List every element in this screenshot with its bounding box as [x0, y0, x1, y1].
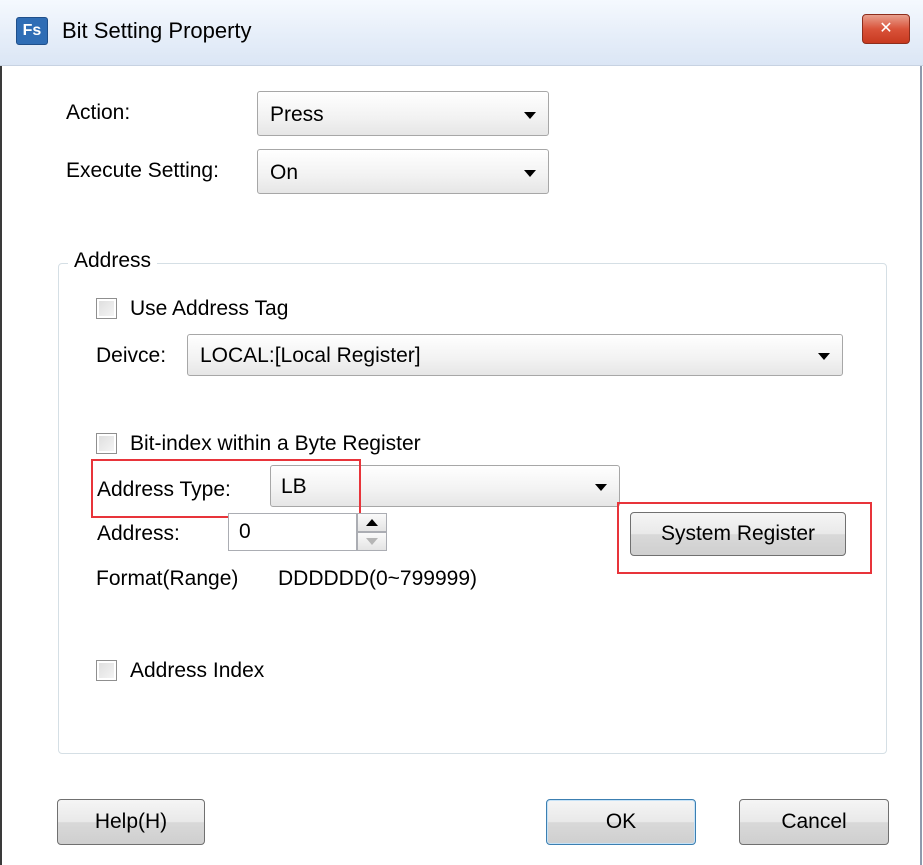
arrow-down-icon: [366, 538, 378, 545]
address-type-highlight-box: [91, 459, 361, 518]
action-label: Action:: [66, 101, 131, 124]
address-index-label[interactable]: Address Index: [130, 657, 264, 685]
chevron-down-icon: [595, 484, 607, 491]
cancel-button[interactable]: Cancel: [739, 799, 889, 845]
chevron-down-icon: [524, 112, 536, 119]
address-group-title: Address: [68, 247, 158, 275]
chevron-down-icon: [818, 353, 830, 360]
format-label: Format(Range): [96, 567, 239, 590]
close-button[interactable]: ✕: [862, 14, 910, 44]
system-register-highlight-box: [617, 502, 872, 574]
action-dropdown[interactable]: Press: [257, 91, 549, 136]
chevron-down-icon: [524, 170, 536, 177]
device-label: Deivce:: [96, 344, 167, 367]
ok-button[interactable]: OK: [546, 799, 696, 845]
window-left-border: [0, 66, 2, 865]
arrow-up-icon: [366, 519, 378, 526]
bit-index-checkbox[interactable]: [96, 433, 117, 454]
address-label: Address:: [97, 522, 180, 545]
device-dropdown[interactable]: LOCAL:[Local Register]: [187, 334, 843, 376]
action-dropdown-value: Press: [270, 103, 324, 126]
use-address-tag-label[interactable]: Use Address Tag: [130, 295, 288, 323]
device-dropdown-value: LOCAL:[Local Register]: [200, 344, 421, 367]
address-input-value: 0: [239, 520, 251, 543]
execute-setting-dropdown[interactable]: On: [257, 149, 549, 194]
address-index-checkbox[interactable]: [96, 660, 117, 681]
window-right-border: [920, 66, 922, 865]
spin-down-button[interactable]: [357, 532, 387, 551]
spin-up-button[interactable]: [357, 513, 387, 532]
address-input[interactable]: 0: [228, 513, 357, 551]
format-value: DDDDDD(0~799999): [278, 567, 477, 590]
execute-setting-label: Execute Setting:: [66, 159, 219, 182]
bit-index-label[interactable]: Bit-index within a Byte Register: [130, 430, 421, 458]
use-address-tag-checkbox[interactable]: [96, 298, 117, 319]
app-icon: Fs: [16, 17, 48, 45]
execute-setting-dropdown-value: On: [270, 161, 299, 184]
window-title: Bit Setting Property: [62, 18, 252, 43]
help-button[interactable]: Help(H): [57, 799, 205, 845]
